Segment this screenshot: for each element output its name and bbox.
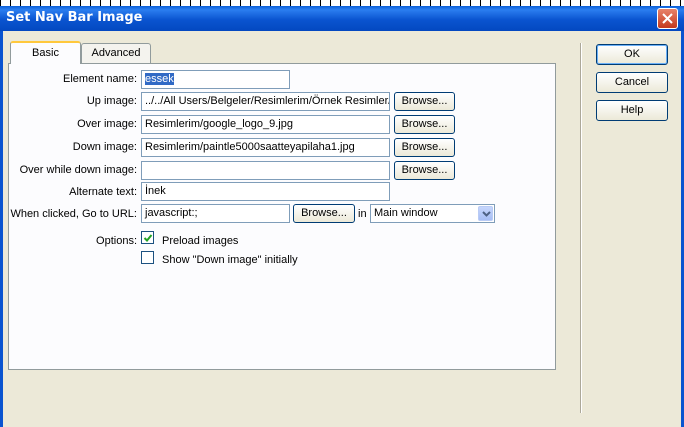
preload-images-checkbox[interactable] xyxy=(141,231,154,244)
show-down-image-label: Show "Down image" initially xyxy=(162,254,298,266)
over-while-down-field[interactable] xyxy=(141,161,390,180)
help-button[interactable]: Help xyxy=(596,100,668,121)
over-image-browse-button[interactable]: Browse... xyxy=(394,115,455,134)
chevron-down-icon xyxy=(482,211,491,217)
show-down-image-checkbox[interactable] xyxy=(141,251,154,264)
target-window-value: Main window xyxy=(374,207,438,219)
element-name-value: essek xyxy=(145,73,174,85)
over-while-down-label: Over while down image: xyxy=(19,164,137,176)
tab-advanced[interactable]: Advanced xyxy=(81,43,151,65)
over-while-down-browse-button[interactable]: Browse... xyxy=(394,161,455,180)
close-button[interactable] xyxy=(657,8,678,29)
down-image-field[interactable]: Resimlerim/paintle5000saatteyapilaha1.jp… xyxy=(141,138,390,157)
window-title: Set Nav Bar Image xyxy=(6,10,143,25)
ok-button[interactable]: OK xyxy=(596,44,668,65)
over-image-field[interactable]: Resimlerim/google_logo_9.jpg xyxy=(141,115,390,134)
url-field[interactable]: javascript:; xyxy=(141,204,290,223)
vertical-divider xyxy=(580,43,582,413)
url-in-label: in xyxy=(358,208,367,220)
check-icon xyxy=(143,234,153,242)
options-label: Options: xyxy=(96,235,137,247)
target-window-select[interactable]: Main window xyxy=(370,204,495,223)
window-border-left xyxy=(0,31,3,427)
cancel-button[interactable]: Cancel xyxy=(596,72,668,93)
over-image-label: Over image: xyxy=(77,118,137,130)
target-window-dropdown-button[interactable] xyxy=(478,206,493,221)
element-name-field[interactable]: essek xyxy=(141,70,290,89)
close-icon xyxy=(662,13,673,24)
alternate-text-label: Alternate text: xyxy=(69,186,137,198)
alternate-text-field[interactable]: İnek xyxy=(141,182,390,201)
url-browse-button[interactable]: Browse... xyxy=(293,204,355,223)
down-image-label: Down image: xyxy=(72,141,137,153)
url-label: When clicked, Go to URL: xyxy=(10,208,137,220)
down-image-browse-button[interactable]: Browse... xyxy=(394,138,455,157)
up-image-label: Up image: xyxy=(86,95,137,107)
preload-images-label: Preload images xyxy=(162,235,239,247)
up-image-browse-button[interactable]: Browse... xyxy=(394,92,455,111)
tab-basic[interactable]: Basic xyxy=(10,41,81,64)
element-name-label: Element name: xyxy=(63,73,137,85)
up-image-field[interactable]: ../../All Users/Belgeler/Resimlerim/Örne… xyxy=(141,92,390,111)
title-bar[interactable]: Set Nav Bar Image xyxy=(0,6,684,31)
